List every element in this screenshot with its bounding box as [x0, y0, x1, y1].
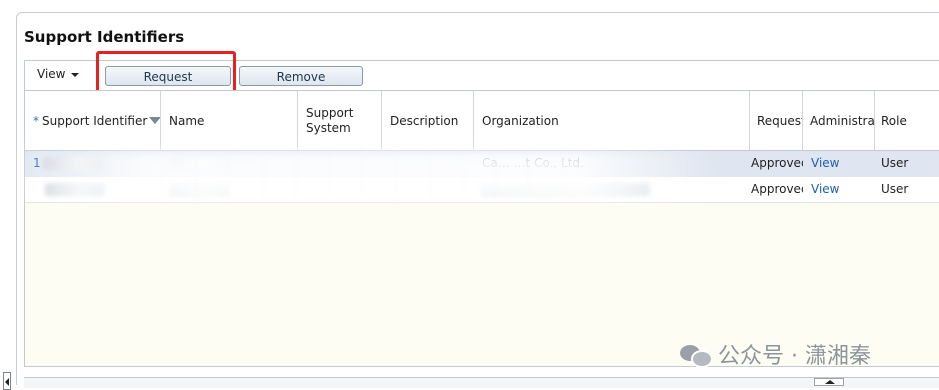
- support-identifiers-table: * Support Identifier Name Support System…: [24, 90, 939, 367]
- column-header-name[interactable]: Name: [161, 91, 298, 150]
- request-status-cell: Approved: [751, 156, 803, 170]
- column-label: Administrator: [810, 113, 875, 128]
- required-marker: *: [33, 113, 39, 128]
- column-header-administrator[interactable]: Administrator: [803, 91, 875, 150]
- page-title: Support Identifiers: [24, 28, 185, 46]
- remove-selected-button[interactable]: Remove Selected: [239, 66, 363, 104]
- column-header-support-system[interactable]: Support System: [298, 91, 382, 150]
- column-header-request[interactable]: Request: [750, 91, 803, 150]
- role-cell: User: [881, 156, 909, 170]
- column-header-role[interactable]: Role: [875, 91, 939, 150]
- table-toolbar: View Request Access... Remove Selected: [24, 60, 939, 104]
- request-access-button[interactable]: Request Access...: [105, 66, 231, 104]
- view-menu-label: View: [37, 67, 66, 81]
- watermark-text: 公众号 · 潇湘秦: [718, 344, 871, 369]
- horizontal-scrollbar[interactable]: [24, 377, 939, 388]
- administrator-view-link[interactable]: View: [805, 177, 875, 202]
- table-header: * Support Identifier Name Support System…: [25, 91, 939, 151]
- column-label: Organization: [482, 113, 559, 128]
- redacted-text: [169, 157, 229, 170]
- organization-cell: Ca… …t Co., Ltd.: [482, 156, 584, 170]
- wechat-icon: [680, 342, 713, 368]
- column-label: Description: [390, 113, 459, 128]
- organization-cell: [476, 177, 750, 202]
- column-label: Name: [169, 113, 205, 128]
- role-cell: User: [881, 182, 909, 196]
- chevron-down-icon: [71, 72, 80, 77]
- scroll-left-icon[interactable]: [3, 372, 11, 390]
- redacted-text: [45, 183, 105, 196]
- watermark: 公众号 · 潇湘秦: [680, 338, 871, 370]
- request-status-cell: Approved: [751, 182, 803, 196]
- column-header-description[interactable]: Description: [382, 91, 474, 150]
- column-label: Support Identifier: [42, 113, 148, 128]
- column-label: Role: [881, 113, 907, 128]
- column-label: Support System: [306, 105, 354, 135]
- administrator-view-link[interactable]: View: [805, 151, 875, 176]
- table-row[interactable]: 1 Ca… …t Co., Ltd. Approved View User: [25, 151, 939, 177]
- sort-descending-icon[interactable]: [149, 117, 160, 124]
- table-row[interactable]: Approved View User: [25, 177, 939, 203]
- column-label: Request: [757, 113, 803, 128]
- column-header-organization[interactable]: Organization: [474, 91, 750, 150]
- view-menu[interactable]: View: [37, 67, 80, 81]
- scroll-up-icon[interactable]: [814, 378, 844, 386]
- redacted-text: [169, 183, 229, 196]
- column-header-support-identifier[interactable]: * Support Identifier: [25, 91, 161, 150]
- redacted-text: [43, 157, 103, 170]
